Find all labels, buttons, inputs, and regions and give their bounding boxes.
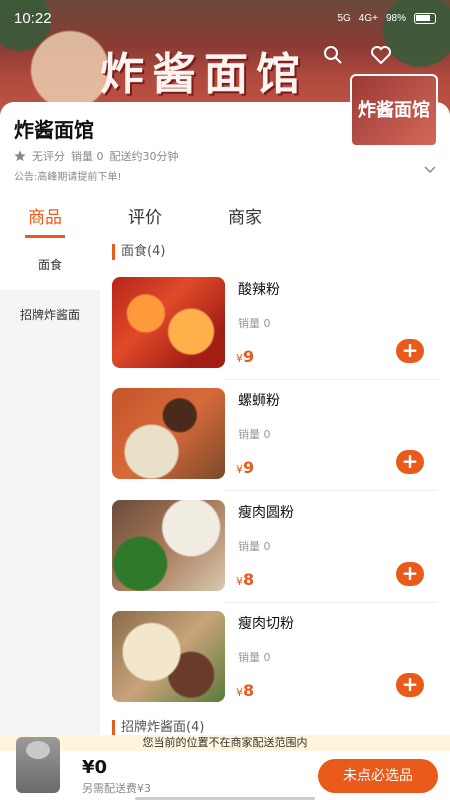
product-price: ¥9 — [236, 458, 254, 477]
shop-logo: 炸酱面馆 — [350, 74, 438, 147]
product-price: ¥9 — [236, 347, 254, 366]
product-list: 面食(4) 酸辣粉 销量 0 ¥9 + 螺蛳粉 销量 0 ¥9 + 瘦肉圆粉 销… — [100, 240, 450, 735]
checkout-button[interactable]: 未点必选品 — [318, 759, 438, 793]
plus-icon[interactable]: + — [396, 450, 424, 474]
price-symbol: ¥ — [236, 352, 243, 365]
product-sales: 销量 0 — [238, 317, 271, 330]
section-title: 面食(4) — [112, 244, 165, 260]
divider — [224, 490, 438, 491]
shop-name: 炸酱面馆 — [14, 118, 94, 142]
product-price: ¥8 — [236, 570, 254, 589]
product-image — [112, 388, 225, 479]
star-icon — [14, 150, 26, 162]
price-value: 8 — [243, 570, 255, 589]
list-item[interactable]: 瘦肉圆粉 销量 0 ¥8 + — [112, 500, 438, 604]
shop-logo-text: 炸酱面馆 — [358, 100, 430, 121]
list-item[interactable]: 螺蛳粉 销量 0 ¥9 + — [112, 388, 438, 492]
sidebar-item-noodles[interactable]: 面食 — [0, 240, 100, 290]
product-name: 螺蛳粉 — [238, 393, 280, 409]
delivery-fee: 另需配送费¥3 — [82, 782, 151, 795]
cart-icon[interactable] — [16, 737, 60, 793]
product-image — [112, 611, 225, 702]
status-bar: 10:22 5G 4G+ 98% — [0, 0, 450, 36]
sidebar-item-signature[interactable]: 招牌炸酱面 — [0, 290, 100, 340]
shop-rating: 无评分 — [32, 150, 65, 163]
price-value: 8 — [243, 681, 255, 700]
plus-icon[interactable]: + — [396, 673, 424, 697]
price-value: 9 — [243, 347, 255, 366]
tab-products[interactable]: 商品 — [0, 198, 95, 240]
tab-reviews[interactable]: 评价 — [95, 198, 195, 240]
status-icons: 5G 4G+ 98% — [337, 12, 436, 24]
list-item[interactable]: 酸辣粉 销量 0 ¥9 + — [112, 277, 438, 381]
price-value: 9 — [243, 458, 255, 477]
status-network: 5G — [337, 12, 351, 24]
search-icon[interactable] — [322, 44, 348, 70]
product-sales: 销量 0 — [238, 540, 271, 553]
price-symbol: ¥ — [236, 575, 243, 588]
cart-total: ¥0 — [82, 757, 108, 778]
product-price: ¥8 — [236, 681, 254, 700]
product-name: 瘦肉切粉 — [238, 616, 294, 632]
product-image — [112, 500, 225, 591]
cart-bar: ¥0 另需配送费¥3 未点必选品 — [0, 737, 450, 800]
product-sales: 销量 0 — [238, 428, 271, 441]
list-item[interactable]: 瘦肉切粉 销量 0 ¥8 + — [112, 611, 438, 715]
heart-icon[interactable] — [370, 44, 396, 70]
battery-icon — [414, 12, 436, 24]
product-name: 瘦肉圆粉 — [238, 505, 294, 521]
chevron-down-icon[interactable] — [424, 162, 436, 178]
shop-meta: 无评分 销量 0 配送约30分钟 — [14, 148, 179, 164]
delivery-notice-bar: 您当前的位置不在商家配送范围内 — [0, 735, 450, 751]
product-image — [112, 277, 225, 368]
price-symbol: ¥ — [236, 686, 243, 699]
status-battery-text: 98% — [385, 12, 406, 24]
plus-icon[interactable]: + — [396, 562, 424, 586]
shop-notice: 公告:高峰期请提前下单! — [14, 172, 122, 183]
section-title: 招牌炸酱面(4) — [112, 720, 204, 735]
product-name: 酸辣粉 — [238, 282, 280, 298]
shop-delivery-time: 配送约30分钟 — [109, 150, 179, 163]
price-symbol: ¥ — [236, 463, 243, 476]
category-sidebar: 面食 招牌炸酱面 — [0, 240, 100, 735]
plus-icon[interactable]: + — [396, 339, 424, 363]
status-signal: 4G+ — [358, 12, 378, 24]
shop-sales: 销量 0 — [71, 150, 104, 163]
shop-tabs: 商品 评价 商家 — [0, 198, 450, 240]
divider — [224, 602, 438, 603]
status-time: 10:22 — [14, 9, 52, 27]
product-sales: 销量 0 — [238, 651, 271, 664]
banner-sign-text: 炸酱面馆 — [100, 49, 308, 100]
tab-merchant[interactable]: 商家 — [195, 198, 295, 240]
divider — [224, 379, 438, 380]
